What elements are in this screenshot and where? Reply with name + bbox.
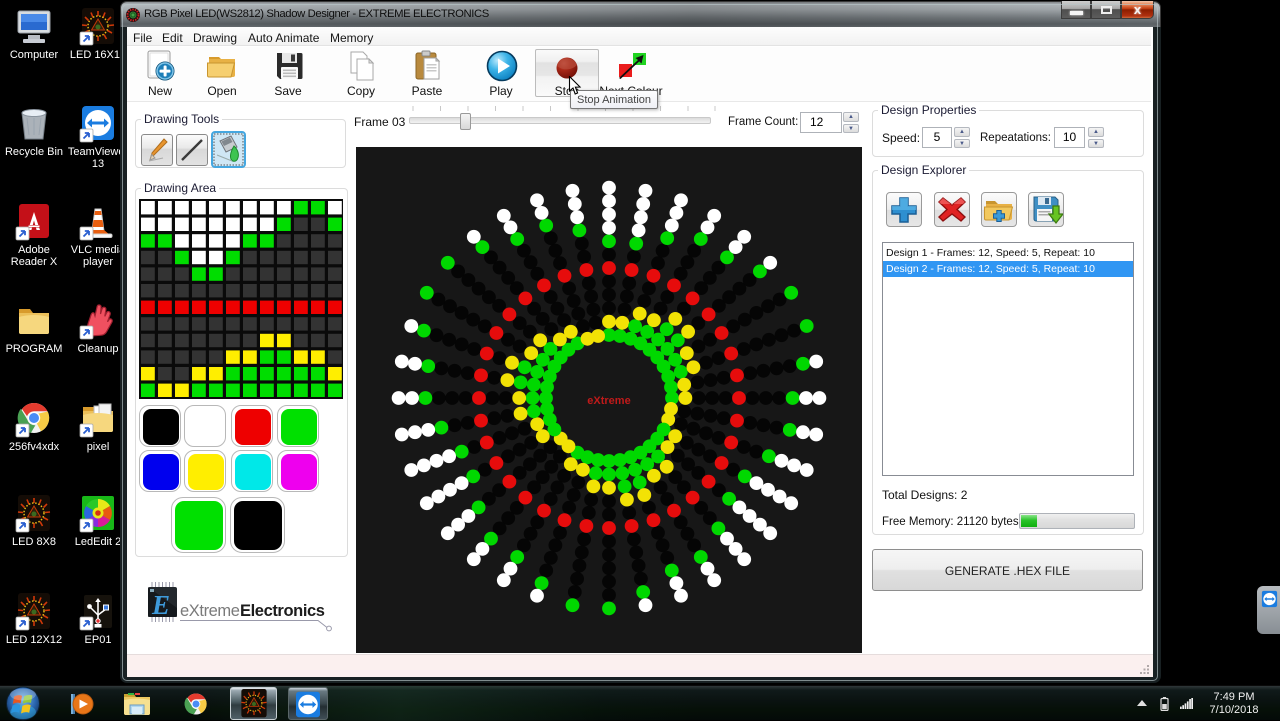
svg-text:eXtreme: eXtreme [587, 395, 630, 407]
svg-text:Electronics: Electronics [240, 602, 325, 620]
svg-text:E: E [151, 590, 170, 620]
svg-text:eXtreme: eXtreme [180, 602, 240, 620]
